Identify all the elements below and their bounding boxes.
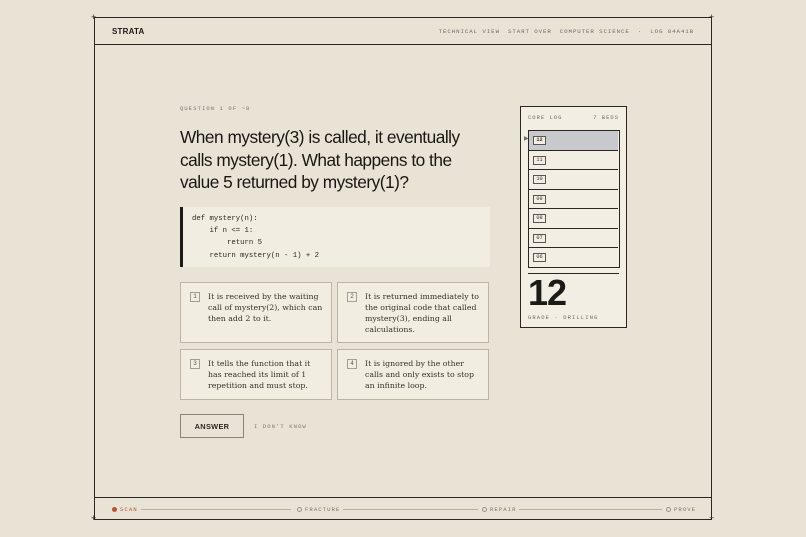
progress-bar: SCAN FRACTURE REPAIR PROVE — [95, 497, 711, 519]
step-prove[interactable]: PROVE — [666, 506, 696, 513]
step-dot-icon — [297, 507, 302, 512]
bed-list: ▶ 12 11 10 09 08 07 06 — [524, 130, 620, 268]
progress-connector — [141, 509, 291, 510]
step-dot-icon — [666, 507, 671, 512]
bed-tag: 07 — [533, 233, 546, 243]
brand-logo[interactable]: STRATA — [112, 27, 144, 36]
option-3[interactable]: 3 It tells the function that it has reac… — [180, 349, 332, 400]
grade-label: GRADE · DRILLING — [528, 314, 599, 321]
option-text: It is received by the waiting call of my… — [208, 292, 323, 323]
top-bar: STRATA TECHNICAL VIEW START OVER COMPUTE… — [95, 18, 711, 45]
top-nav: TECHNICAL VIEW START OVER COMPUTER SCIEN… — [439, 28, 694, 35]
bed-tag: 08 — [533, 214, 546, 223]
bed-item-12[interactable]: ▶ 12 — [524, 131, 618, 151]
option-2[interactable]: 2 It is returned immediately to the orig… — [337, 282, 489, 343]
bed-item-08[interactable]: 08 — [529, 209, 618, 229]
step-dot-icon — [112, 507, 117, 512]
step-fracture[interactable]: FRACTURE — [297, 506, 340, 513]
option-number: 4 — [347, 359, 357, 369]
step-repair[interactable]: REPAIR — [482, 506, 516, 513]
option-number: 3 — [190, 359, 200, 369]
core-log-panel: CORE LOG 7 BEDS ▶ 12 11 10 09 08 07 06 1… — [520, 106, 627, 328]
step-label: REPAIR — [490, 506, 517, 513]
bed-item-11[interactable]: 11 — [529, 151, 618, 170]
subject-label: COMPUTER SCIENCE — [559, 28, 630, 35]
core-log-title: CORE LOG — [528, 114, 563, 121]
nav-separator: · — [637, 28, 643, 35]
answer-button[interactable]: ANSWER — [180, 414, 244, 438]
step-label: FRACTURE — [305, 506, 341, 513]
bed-tag: 10 — [533, 175, 546, 184]
progress-connector — [343, 509, 478, 510]
bed-tag: 12 — [533, 136, 546, 145]
technical-view-link[interactable]: TECHNICAL VIEW — [439, 28, 500, 35]
option-1[interactable]: 1 It is received by the waiting call of … — [180, 282, 332, 343]
core-log-count: 7 BEDS — [593, 114, 619, 121]
bed-tag: 11 — [533, 155, 546, 165]
option-number: 1 — [190, 292, 200, 302]
option-text: It is returned immediately to the origin… — [365, 292, 479, 334]
current-pointer-icon: ▶ — [524, 136, 529, 142]
question-text: When mystery(3) is called, it eventually… — [180, 127, 460, 192]
progress-connector — [519, 509, 662, 510]
option-4[interactable]: 4 It is ignored by the other calls and o… — [337, 349, 489, 400]
bed-tag: 09 — [533, 194, 546, 204]
grade-value: 12 — [528, 272, 567, 313]
start-over-link[interactable]: START OVER — [508, 28, 552, 35]
option-number: 2 — [347, 292, 357, 302]
question-counter: QUESTION 1 OF ~8 — [180, 105, 251, 112]
step-label: SCAN — [120, 506, 138, 513]
code-block: def mystery(n): if n <= 1: return 5 retu… — [180, 207, 490, 267]
bed-tag: 06 — [533, 253, 546, 262]
step-label: PROVE — [674, 506, 697, 513]
bed-item-07[interactable]: 07 — [529, 229, 618, 248]
bed-item-10[interactable]: 10 — [529, 170, 618, 190]
bed-item-06[interactable]: 06 — [529, 248, 618, 268]
option-text: It is ignored by the other calls and onl… — [365, 359, 474, 390]
step-scan[interactable]: SCAN — [112, 506, 138, 513]
dont-know-link[interactable]: I DON'T KNOW — [254, 423, 307, 430]
log-id-label: LOG 84A41B — [650, 28, 694, 35]
step-dot-icon — [482, 507, 487, 512]
core-log-header: CORE LOG 7 BEDS — [528, 114, 619, 121]
option-text: It tells the function that it has reache… — [208, 359, 311, 390]
bed-item-09[interactable]: 09 — [529, 190, 618, 209]
app-frame: + + + + STRATA TECHNICAL VIEW START OVER… — [91, 13, 714, 523]
